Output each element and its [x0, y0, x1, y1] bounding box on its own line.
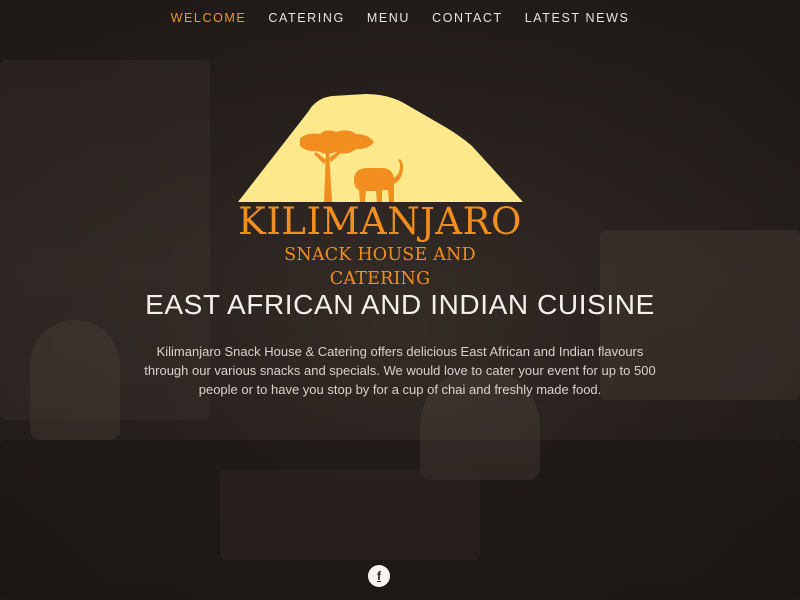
- nav-welcome[interactable]: WELCOME: [171, 9, 247, 27]
- page-headline: EAST AFRICAN AND INDIAN CUISINE: [145, 289, 655, 320]
- nav-contact[interactable]: CONTACT: [432, 9, 503, 27]
- nav-latest-news[interactable]: LATEST NEWS: [525, 9, 630, 27]
- nav-catering[interactable]: CATERING: [268, 9, 344, 27]
- hero-section: WELCOME CATERING MENU CONTACT LATEST NEW…: [0, 0, 800, 600]
- facebook-icon: f: [377, 569, 381, 583]
- intro-paragraph: Kilimanjaro Snack House & Catering offer…: [144, 344, 656, 397]
- nav-menu[interactable]: MENU: [367, 9, 410, 27]
- facebook-button[interactable]: f: [368, 565, 390, 587]
- brand-name: KILIMANJARO: [238, 200, 522, 243]
- main-navigation: WELCOME CATERING MENU CONTACT LATEST NEW…: [0, 9, 800, 27]
- brand-subtitle: SNACK HOUSE AND CATERING: [284, 245, 476, 289]
